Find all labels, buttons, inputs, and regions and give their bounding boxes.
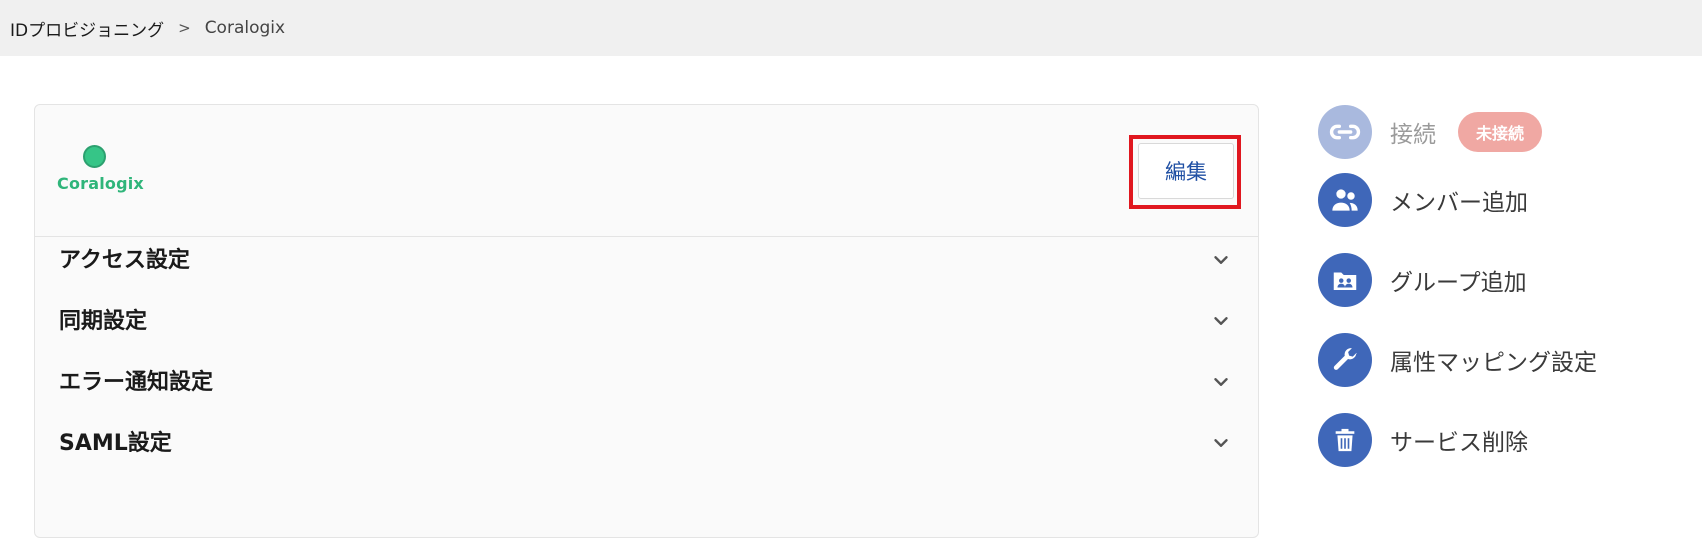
- breadcrumb-current: Coralogix: [204, 18, 286, 38]
- section-title: エラー通知設定: [59, 370, 214, 395]
- add-group-action[interactable]: グループ追加: [1318, 252, 1527, 308]
- section-title: 同期設定: [59, 309, 148, 334]
- link-icon: [1318, 105, 1372, 159]
- chevron-down-icon: [1214, 439, 1228, 447]
- chevron-down-icon: [1214, 378, 1228, 386]
- section-access-settings[interactable]: アクセス設定: [35, 227, 1258, 289]
- breadcrumb-separator: >: [178, 19, 191, 37]
- action-label: メンバー追加: [1390, 190, 1528, 216]
- status-badge: 未接続: [1458, 112, 1543, 152]
- chevron-down-icon: [1214, 256, 1228, 264]
- action-label: サービス削除: [1390, 430, 1528, 456]
- breadcrumb-root-link[interactable]: IDプロビジョニング: [10, 16, 164, 41]
- section-title: SAML設定: [59, 431, 172, 456]
- logo-dot-icon: [83, 145, 106, 168]
- section-sync-settings[interactable]: 同期設定: [35, 288, 1258, 350]
- trash-icon: [1318, 413, 1372, 467]
- attribute-mapping-action[interactable]: 属性マッピング設定: [1318, 332, 1597, 388]
- action-label: 属性マッピング設定: [1390, 350, 1597, 376]
- edit-button[interactable]: 編集: [1138, 143, 1234, 199]
- service-logo: Coralogix: [57, 145, 144, 195]
- breadcrumb-bar: IDプロビジョニング > Coralogix: [0, 0, 1702, 56]
- action-label: 接続: [1390, 122, 1436, 148]
- wrench-icon: [1318, 333, 1372, 387]
- service-card-header: Coralogix 編集: [35, 105, 1258, 237]
- connect-action[interactable]: 接続 未接続: [1318, 104, 1543, 160]
- section-error-notification-settings[interactable]: エラー通知設定: [35, 349, 1258, 411]
- action-label: グループ追加: [1390, 270, 1527, 296]
- chevron-down-icon: [1214, 317, 1228, 325]
- logo-text: Coralogix: [57, 174, 144, 193]
- people-icon: [1318, 173, 1372, 227]
- add-member-action[interactable]: メンバー追加: [1318, 172, 1528, 228]
- delete-service-action[interactable]: サービス削除: [1318, 412, 1528, 468]
- section-title: アクセス設定: [59, 248, 190, 273]
- service-card: Coralogix 編集 アクセス設定 同期設定 エラー通知設定 SAML設定: [34, 104, 1259, 538]
- section-saml-settings[interactable]: SAML設定: [35, 410, 1258, 472]
- group-folder-icon: [1318, 253, 1372, 307]
